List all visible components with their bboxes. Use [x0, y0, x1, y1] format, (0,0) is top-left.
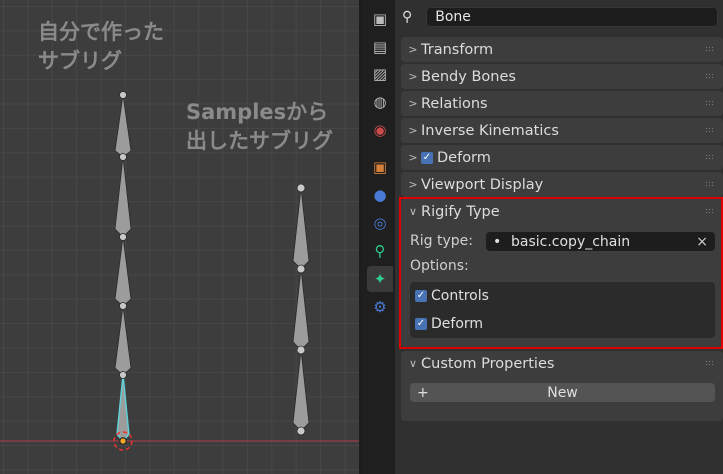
custom-properties-header[interactable]: ∨ Custom Properties	[401, 351, 723, 376]
modifier-tab-icon[interactable]: ●	[367, 182, 393, 208]
output-tab-icon[interactable]: ▨	[367, 61, 393, 87]
panel-bendy-bones[interactable]: > Bendy Bones	[401, 64, 723, 89]
drag-handle-icon[interactable]	[705, 46, 715, 52]
render-tab-icon[interactable]: ▤	[367, 34, 393, 60]
chevron-right-icon: >	[408, 151, 418, 164]
drag-handle-icon[interactable]	[705, 73, 715, 79]
bone[interactable]	[116, 374, 130, 443]
object-tab-icon[interactable]: ▣	[367, 154, 393, 180]
bone[interactable]	[292, 268, 310, 351]
properties-editor: ⚲ Bone > Transform > Bendy Bones > Relations >…	[395, 0, 723, 474]
bone-joint[interactable]	[119, 153, 127, 161]
scene-tab-icon[interactable]: ◍	[367, 89, 393, 115]
bone-joint[interactable]	[119, 91, 127, 99]
bone[interactable]	[114, 236, 132, 307]
bone-icon: ⚲	[402, 9, 413, 25]
new-label: New	[547, 384, 578, 401]
drag-handle-icon[interactable]	[705, 100, 715, 106]
panel-relations[interactable]: > Relations	[401, 91, 723, 116]
drag-handle-icon[interactable]	[705, 181, 715, 187]
annotation-sample-subrig: Samplesから 出したサブリグ	[186, 100, 333, 153]
chevron-right-icon: >	[408, 178, 418, 191]
custom-properties-panel: ∨ Custom Properties + New	[401, 351, 723, 421]
bone[interactable]	[114, 305, 132, 376]
panel-title: Deform	[437, 149, 491, 166]
bone[interactable]	[292, 187, 310, 270]
chevron-right-icon: >	[408, 70, 418, 83]
panel-title: Custom Properties	[421, 355, 555, 372]
bone-joint[interactable]	[119, 371, 127, 379]
panel-deform[interactable]: > ✓ Deform	[401, 145, 723, 170]
chevron-right-icon: >	[408, 124, 418, 137]
tool-tab-icon[interactable]: ▣	[367, 6, 393, 32]
bone-joint[interactable]	[119, 302, 127, 310]
bone-joint[interactable]	[296, 183, 306, 193]
panel-title: Transform	[421, 41, 494, 58]
panel-title: Inverse Kinematics	[421, 122, 559, 139]
new-property-button[interactable]: + New	[410, 383, 715, 402]
bone-joint[interactable]	[119, 233, 127, 241]
3d-viewport[interactable]: 自分で作った サブリグ Samplesから 出したサブリグ	[0, 0, 360, 474]
chevron-right-icon: >	[408, 97, 418, 110]
check-icon[interactable]: ✓	[421, 151, 433, 164]
physics-tab-icon[interactable]: ◎	[367, 210, 393, 236]
drag-handle-icon[interactable]	[705, 360, 715, 366]
bone-name-field[interactable]: Bone	[426, 7, 718, 27]
panel-title: Relations	[421, 95, 488, 112]
properties-tabs: ▣ ▤ ▨ ◍ ◉ ▣ ● ◎ ⚲ ✦ ⚙	[362, 0, 395, 474]
bone[interactable]	[292, 349, 310, 432]
panel-viewport-display[interactable]: > Viewport Display	[401, 172, 723, 197]
bone[interactable]	[114, 94, 132, 158]
panel-inverse-kinematics[interactable]: > Inverse Kinematics	[401, 118, 723, 143]
bone-constraint-tab-icon[interactable]: ⚙	[367, 294, 393, 320]
plus-icon: +	[417, 384, 429, 401]
bone-joint[interactable]	[296, 264, 306, 274]
drag-handle-icon[interactable]	[705, 127, 715, 133]
highlight-box	[399, 197, 723, 349]
panel-transform[interactable]: > Transform	[401, 37, 723, 62]
panel-title: Bendy Bones	[421, 68, 516, 85]
panel-title: Viewport Display	[421, 176, 544, 193]
chevron-right-icon: >	[408, 43, 418, 56]
armature-data-tab-icon[interactable]: ⚲	[367, 238, 393, 264]
drag-handle-icon[interactable]	[705, 154, 715, 160]
bone-tab-icon[interactable]: ✦	[367, 266, 393, 292]
annotation-own-subrig: 自分で作った サブリグ	[38, 20, 164, 73]
bone[interactable]	[114, 156, 132, 238]
bone-joint[interactable]	[296, 345, 306, 355]
origin-icon	[119, 437, 127, 445]
bone-joint[interactable]	[296, 426, 306, 436]
chevron-down-icon: ∨	[408, 357, 418, 370]
world-tab-icon[interactable]: ◉	[367, 117, 393, 143]
